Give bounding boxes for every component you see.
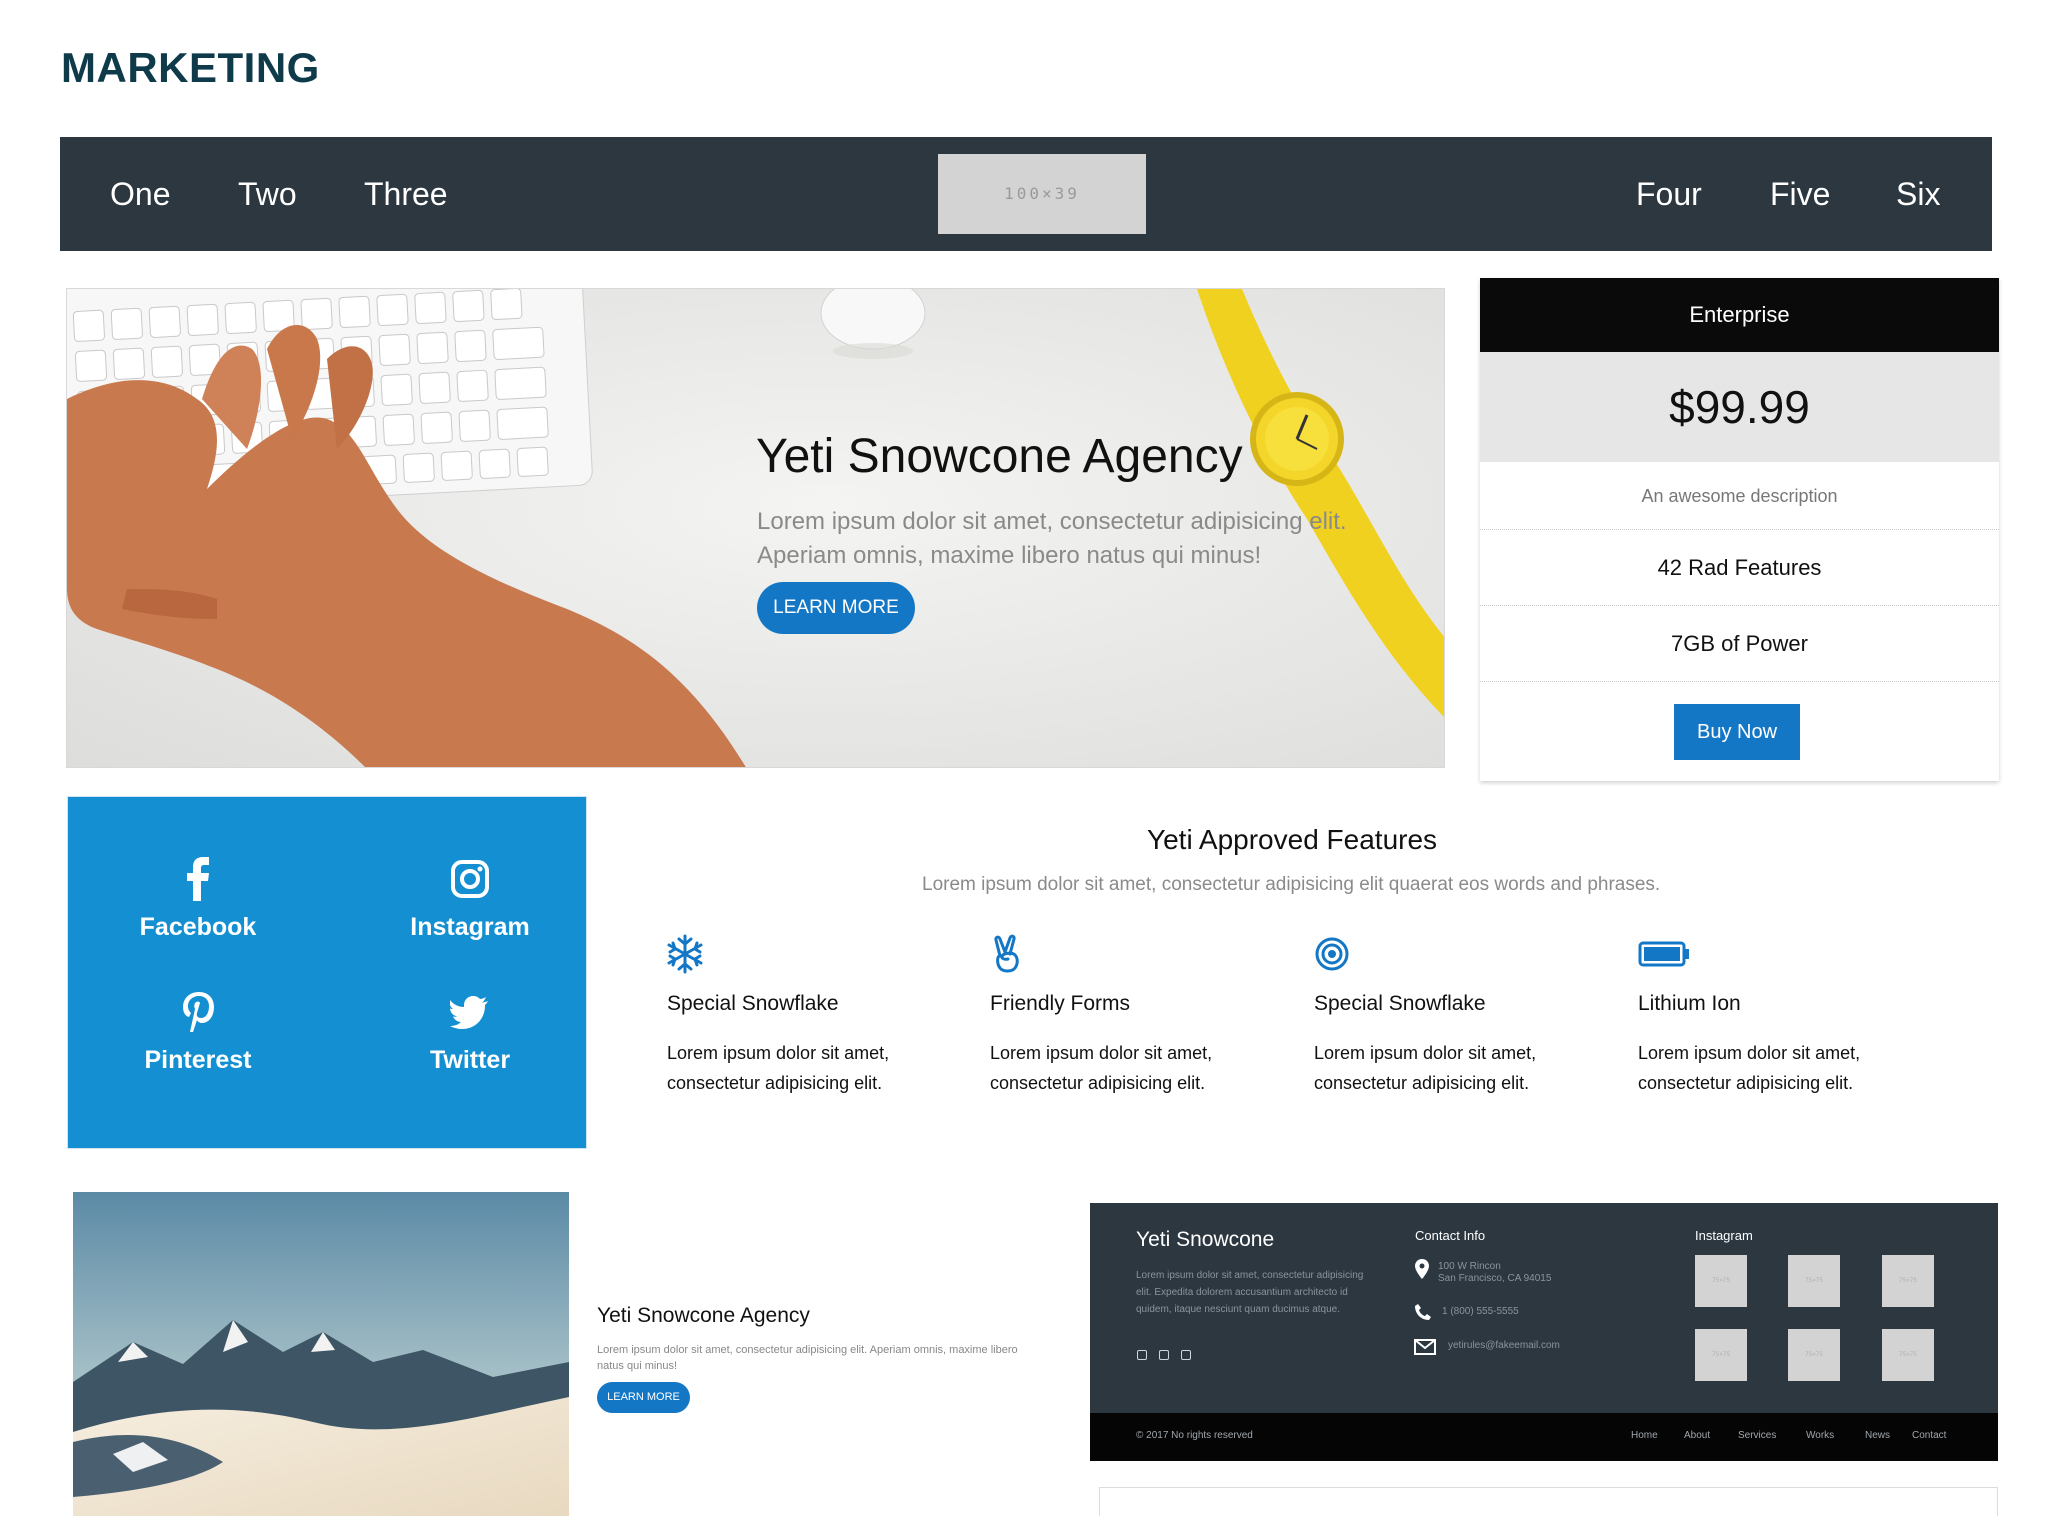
footer-bottom-bar: © 2017 No rights reserved Home About Ser… (1090, 1413, 1998, 1461)
pricing-price: $99.99 (1480, 352, 1999, 462)
mountain-image (73, 1192, 569, 1516)
nav-item-five[interactable]: Five (1770, 137, 1830, 251)
youtube-icon[interactable] (1137, 1350, 1147, 1360)
footer-link-news[interactable]: News (1865, 1430, 1890, 1441)
footer-phone: 1 (800) 555-5555 (1442, 1306, 1519, 1317)
footer-preview: Yeti Snowcone Lorem ipsum dolor sit amet… (1090, 1203, 1998, 1461)
mail-icon (1414, 1339, 1436, 1355)
feature-item: Special Snowflake Lorem ipsum dolor sit … (667, 934, 947, 1098)
footer-email[interactable]: yetirules@fakeemail.com (1448, 1340, 1560, 1352)
instagram-icon (451, 860, 489, 898)
nav-item-one[interactable]: One (110, 137, 170, 251)
instagram-thumb[interactable]: 75×75 (1882, 1255, 1934, 1307)
snowflake-icon (667, 934, 703, 974)
social-facebook-link[interactable]: Facebook (83, 857, 313, 942)
feature-item: Lithium Ion Lorem ipsum dolor sit amet, … (1638, 934, 1918, 1098)
footer-copyright: © 2017 No rights reserved (1136, 1430, 1253, 1441)
footer-brand: Yeti Snowcone (1136, 1228, 1275, 1251)
hero-banner: Yeti Snowcone Agency Lorem ipsum dolor s… (66, 288, 1445, 768)
nav-item-six[interactable]: Six (1896, 137, 1940, 251)
pricing-description: An awesome description (1480, 462, 1999, 530)
instagram-thumb[interactable]: 75×75 (1788, 1329, 1840, 1381)
feature-item: Friendly Forms Lorem ipsum dolor sit ame… (990, 934, 1270, 1098)
target-icon (1315, 937, 1349, 971)
footer-contact-heading: Contact Info (1415, 1228, 1486, 1243)
card-text: Lorem ipsum dolor sit amet, consectetur … (597, 1344, 1018, 1372)
social-links-panel: Facebook Instagram Pinterest Twitter (67, 796, 587, 1149)
social-twitter-link[interactable]: Twitter (355, 990, 585, 1075)
social-pinterest-link[interactable]: Pinterest (83, 990, 313, 1075)
footer-link-works[interactable]: Works (1806, 1430, 1834, 1441)
footer-social-icons (1137, 1347, 1203, 1365)
footer-link-services[interactable]: Services (1738, 1430, 1776, 1441)
features-subtitle: Lorem ipsum dolor sit amet, consectetur … (922, 874, 1661, 895)
footer-address-line: 100 W Rincon (1438, 1261, 1501, 1272)
nav-item-two[interactable]: Two (238, 137, 297, 251)
facebook-icon (187, 857, 209, 901)
phone-icon (1415, 1304, 1431, 1320)
footer-link-contact[interactable]: Contact (1912, 1430, 1946, 1441)
hero-title: Yeti Snowcone Agency (756, 430, 1243, 483)
map-pin-icon (1415, 1259, 1429, 1279)
nav-item-four[interactable]: Four (1636, 137, 1702, 251)
pricing-card: Enterprise $99.99 An awesome description… (1480, 278, 1999, 781)
next-section-card (1099, 1487, 1998, 1516)
footer-about-text: Lorem ipsum dolor sit amet, consectetur … (1136, 1270, 1364, 1315)
card-learn-more-button[interactable]: LEARN MORE (597, 1382, 690, 1413)
battery-icon (1638, 941, 1689, 967)
nav-item-three[interactable]: Three (364, 137, 448, 251)
pricing-feature: 7GB of Power (1480, 606, 1999, 682)
pricing-feature: 42 Rad Features (1480, 530, 1999, 606)
hero-learn-more-button[interactable]: LEARN MORE (757, 582, 915, 634)
hero-text: Lorem ipsum dolor sit amet, consectetur … (757, 508, 1347, 569)
pinterest-icon (183, 992, 214, 1032)
footer-address-line: San Francisco, CA 94015 (1438, 1273, 1552, 1284)
card-title: Yeti Snowcone Agency (597, 1304, 810, 1327)
twitter-icon (450, 996, 488, 1029)
twitter-icon[interactable] (1181, 1350, 1191, 1360)
features-title: Yeti Approved Features (1147, 824, 1438, 855)
feature-item: Special Snowflake Lorem ipsum dolor sit … (1314, 934, 1594, 1098)
page-title: MARKETING (61, 44, 320, 91)
social-instagram-link[interactable]: Instagram (355, 857, 585, 942)
instagram-thumb[interactable]: 75×75 (1695, 1329, 1747, 1381)
instagram-thumb[interactable]: 75×75 (1882, 1329, 1934, 1381)
buy-now-button[interactable]: Buy Now (1674, 704, 1800, 760)
logo-placeholder[interactable]: 100×39 (938, 154, 1146, 234)
facebook-icon[interactable] (1159, 1350, 1169, 1360)
instagram-thumb[interactable]: 75×75 (1695, 1255, 1747, 1307)
instagram-thumb[interactable]: 75×75 (1788, 1255, 1840, 1307)
footer-link-home[interactable]: Home (1631, 1430, 1658, 1441)
top-navbar: One Two Three 100×39 Four Five Six (60, 137, 1992, 251)
footer-instagram-heading: Instagram (1695, 1228, 1753, 1243)
peace-hand-icon (994, 934, 1019, 973)
pricing-plan-name: Enterprise (1480, 278, 1999, 352)
footer-link-about[interactable]: About (1684, 1430, 1710, 1441)
